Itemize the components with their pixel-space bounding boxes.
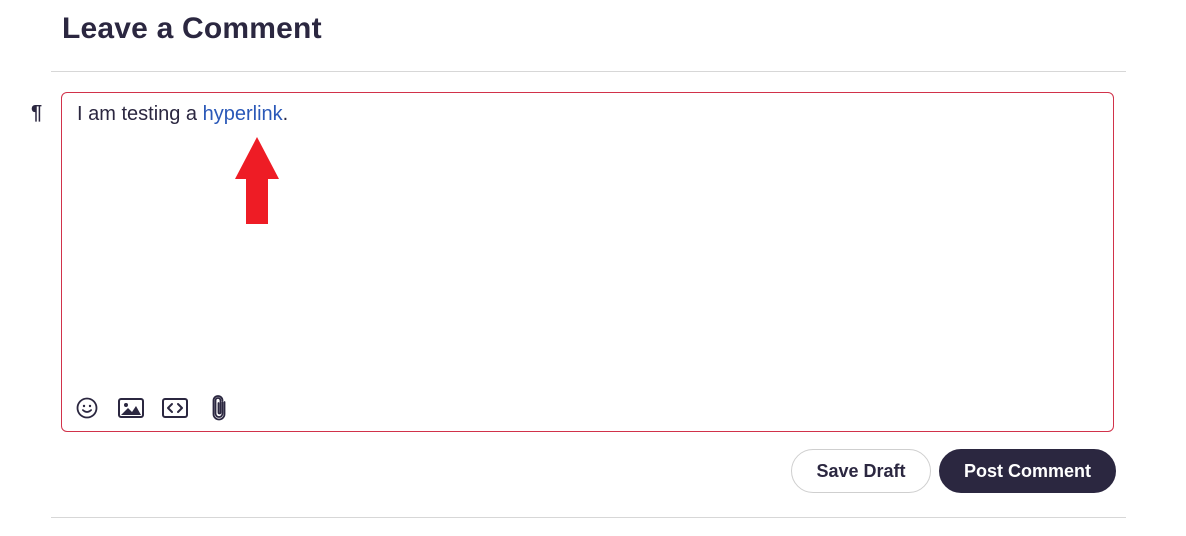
editor-toolbar (74, 395, 232, 421)
editor-content[interactable]: I am testing a hyperlink. (77, 101, 288, 127)
bottom-divider (51, 517, 1126, 518)
comment-section: Leave a Comment ¶ I am testing a hyperli… (0, 0, 1186, 536)
emoji-icon[interactable] (74, 395, 100, 421)
section-heading: Leave a Comment (62, 12, 322, 45)
image-icon[interactable] (118, 395, 144, 421)
editor-hyperlink[interactable]: hyperlink (203, 103, 283, 125)
post-comment-button[interactable]: Post Comment (939, 449, 1116, 493)
attachment-icon[interactable] (206, 395, 232, 421)
annotation-arrow-icon (235, 137, 279, 224)
code-icon[interactable] (162, 395, 188, 421)
comment-editor[interactable]: I am testing a hyperlink. (61, 92, 1114, 432)
save-draft-button[interactable]: Save Draft (791, 449, 931, 493)
editor-text-before: I am testing a (77, 103, 203, 125)
top-divider (51, 71, 1126, 72)
paragraph-format-icon[interactable]: ¶ (31, 101, 42, 125)
editor-text-after: . (282, 103, 289, 125)
